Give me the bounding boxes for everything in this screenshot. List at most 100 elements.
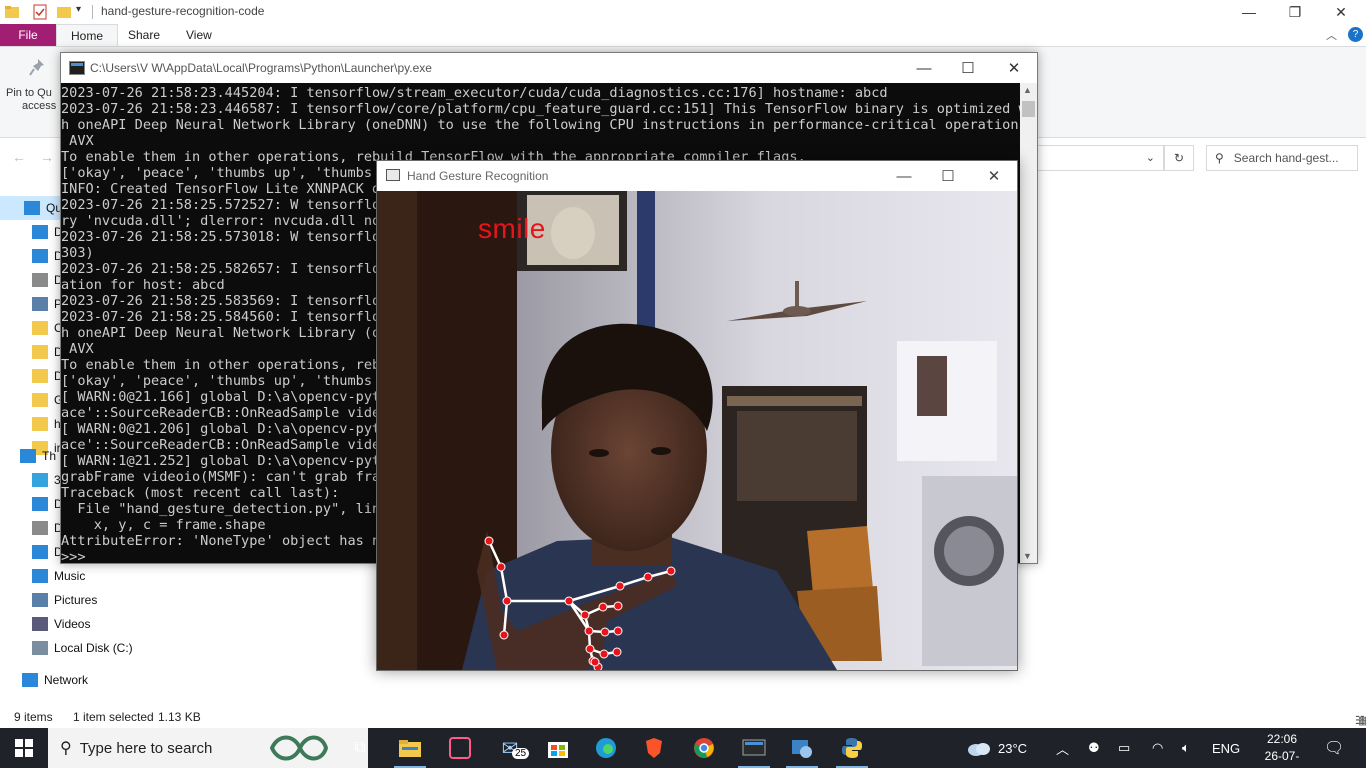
hand-landmark-point (496, 562, 506, 572)
console-app-icon (69, 61, 85, 75)
file-explorer-taskbar-button[interactable] (386, 728, 434, 768)
temperature: 23°C (998, 740, 1028, 756)
battery-tray-icon[interactable]: ▭ (1118, 728, 1130, 768)
launcher-icon (742, 739, 766, 756)
back-arrow-icon[interactable]: ← (12, 149, 26, 165)
taskbar-search-input[interactable]: ⚲ Type here to search (48, 728, 368, 768)
tab-file[interactable]: File (0, 24, 56, 46)
console-maximize-button[interactable]: ☐ (945, 53, 991, 83)
refresh-button[interactable]: ↻ (1164, 145, 1194, 171)
language-indicator[interactable]: ENG (1212, 728, 1240, 768)
hand-landmark-point (585, 644, 595, 654)
videos-icon (32, 617, 48, 631)
address-bar[interactable]: ⌄ (1036, 145, 1164, 171)
task-view-icon: ⧉ (354, 739, 366, 756)
store-taskbar-button[interactable] (534, 728, 582, 768)
mail-taskbar-button[interactable]: ✉ 25 (486, 728, 534, 768)
edge-taskbar-button[interactable] (582, 728, 630, 768)
nav-item[interactable]: Videos (0, 612, 158, 636)
wifi-icon: ◠ (1152, 740, 1164, 755)
customize-quick-access-icon[interactable]: ▾ (76, 4, 92, 20)
nav-item[interactable]: Music (0, 564, 158, 588)
selected-size: 1.13 KB (158, 710, 201, 724)
microsoft-store-icon (548, 742, 568, 758)
divider (92, 5, 93, 19)
scroll-up-icon[interactable]: ▲ (1023, 85, 1032, 95)
close-button[interactable]: ✕ (1318, 0, 1364, 24)
gesture-window[interactable]: Hand Gesture Recognition — ☐ ✕ smile (376, 160, 1018, 671)
restore-button[interactable]: ❐ (1272, 0, 1318, 24)
settings-taskbar-button[interactable] (778, 728, 826, 768)
start-button[interactable] (0, 728, 48, 768)
chrome-taskbar-button[interactable] (680, 728, 728, 768)
nav-item-label: Local Disk (C:) (54, 641, 133, 655)
console-taskbar-button[interactable] (730, 728, 778, 768)
battery-icon: ▭ (1118, 740, 1131, 755)
landmark-connection (502, 600, 509, 636)
windows-logo-icon (15, 739, 33, 757)
nav-item-label: Pictures (54, 593, 98, 607)
nav-item[interactable]: Local Disk (C:) (0, 636, 158, 660)
calendar-app-icon (449, 737, 471, 759)
nav-item-label: Th (42, 449, 57, 463)
security-icon: ⚉ (1088, 740, 1100, 755)
network-icon (22, 673, 38, 687)
chevron-down-icon[interactable]: ⌄ (1146, 151, 1155, 164)
view-toggle[interactable]: ☷ ▦ (1355, 710, 1366, 727)
file-explorer-icon (399, 740, 421, 757)
gesture-titlebar[interactable]: Hand Gesture Recognition — ☐ ✕ (377, 161, 1017, 191)
minimize-button[interactable]: — (1226, 0, 1272, 24)
document-icon (32, 521, 48, 535)
app-taskbar-button[interactable] (436, 728, 484, 768)
console-titlebar[interactable]: C:\Users\V W\AppData\Local\Programs\Pyth… (61, 53, 1037, 83)
scroll-thumb[interactable] (1022, 101, 1035, 117)
tray-app-icon[interactable]: ⚉ (1088, 728, 1100, 768)
window-icon (386, 169, 400, 181)
folder-icon (4, 4, 20, 20)
hand-landmark-point (666, 566, 676, 576)
chevron-up-icon[interactable]: ︿ (1326, 27, 1337, 43)
star-icon (24, 201, 40, 215)
tab-view[interactable]: View (172, 24, 226, 46)
gesture-close-button[interactable]: ✕ (971, 161, 1017, 191)
hand-landmark-point (499, 630, 509, 640)
python-icon (842, 738, 862, 758)
brave-taskbar-button[interactable] (630, 728, 678, 768)
gesture-maximize-button[interactable]: ☐ (925, 161, 971, 191)
task-view-button[interactable]: ⧉ (336, 728, 384, 768)
search-input[interactable]: ⚲ Search hand-gest... (1206, 145, 1358, 171)
properties-icon[interactable] (32, 4, 48, 20)
help-icon[interactable]: ? (1348, 27, 1363, 42)
pin-icon (28, 57, 58, 83)
console-close-button[interactable]: ✕ (991, 53, 1037, 83)
clock[interactable]: 22:06 26-07-2023 (1252, 731, 1312, 768)
selected-count: 1 item selected (73, 710, 154, 724)
hand-landmark-point (643, 572, 653, 582)
python-taskbar-button[interactable] (828, 728, 876, 768)
pin-to-quick-access-button[interactable]: Pin to Qu access (6, 57, 58, 113)
hand-landmark-point (590, 657, 600, 667)
nav-item-label: Music (54, 569, 86, 583)
weather-widget[interactable]: 23°C (966, 728, 1027, 768)
notification-icon: 🗨︎ (1324, 740, 1345, 757)
new-folder-icon[interactable] (56, 4, 72, 20)
taskbar: ⚲ Type here to search ⧉ ✉ 25 23°C ︿ ⚉ ▭ … (0, 728, 1366, 768)
nav-item[interactable]: Network (0, 668, 158, 692)
volume-tray-icon[interactable]: 🔈︎ (1182, 728, 1190, 768)
console-scrollbar[interactable]: ▲ ▼ (1020, 83, 1037, 563)
nav-item[interactable]: Pictures (0, 588, 158, 612)
tab-share[interactable]: Share (114, 24, 174, 46)
forward-arrow-icon[interactable]: → (40, 149, 54, 165)
hand-landmark-point (580, 610, 590, 620)
console-minimize-button[interactable]: — (901, 53, 947, 83)
chrome-icon (694, 738, 714, 758)
tab-home[interactable]: Home (56, 24, 119, 46)
show-hidden-icons-button[interactable]: ︿ (1056, 728, 1069, 768)
notifications-button[interactable]: 🗨︎ (1324, 728, 1344, 768)
gesture-minimize-button[interactable]: — (881, 161, 927, 191)
chevron-up-icon: ︿ (1056, 741, 1070, 757)
wifi-tray-icon[interactable]: ◠ (1152, 728, 1163, 768)
large-icons-view-icon[interactable]: ▦ (1358, 714, 1366, 727)
scroll-down-icon[interactable]: ▼ (1023, 551, 1032, 561)
pc-icon (20, 449, 36, 463)
